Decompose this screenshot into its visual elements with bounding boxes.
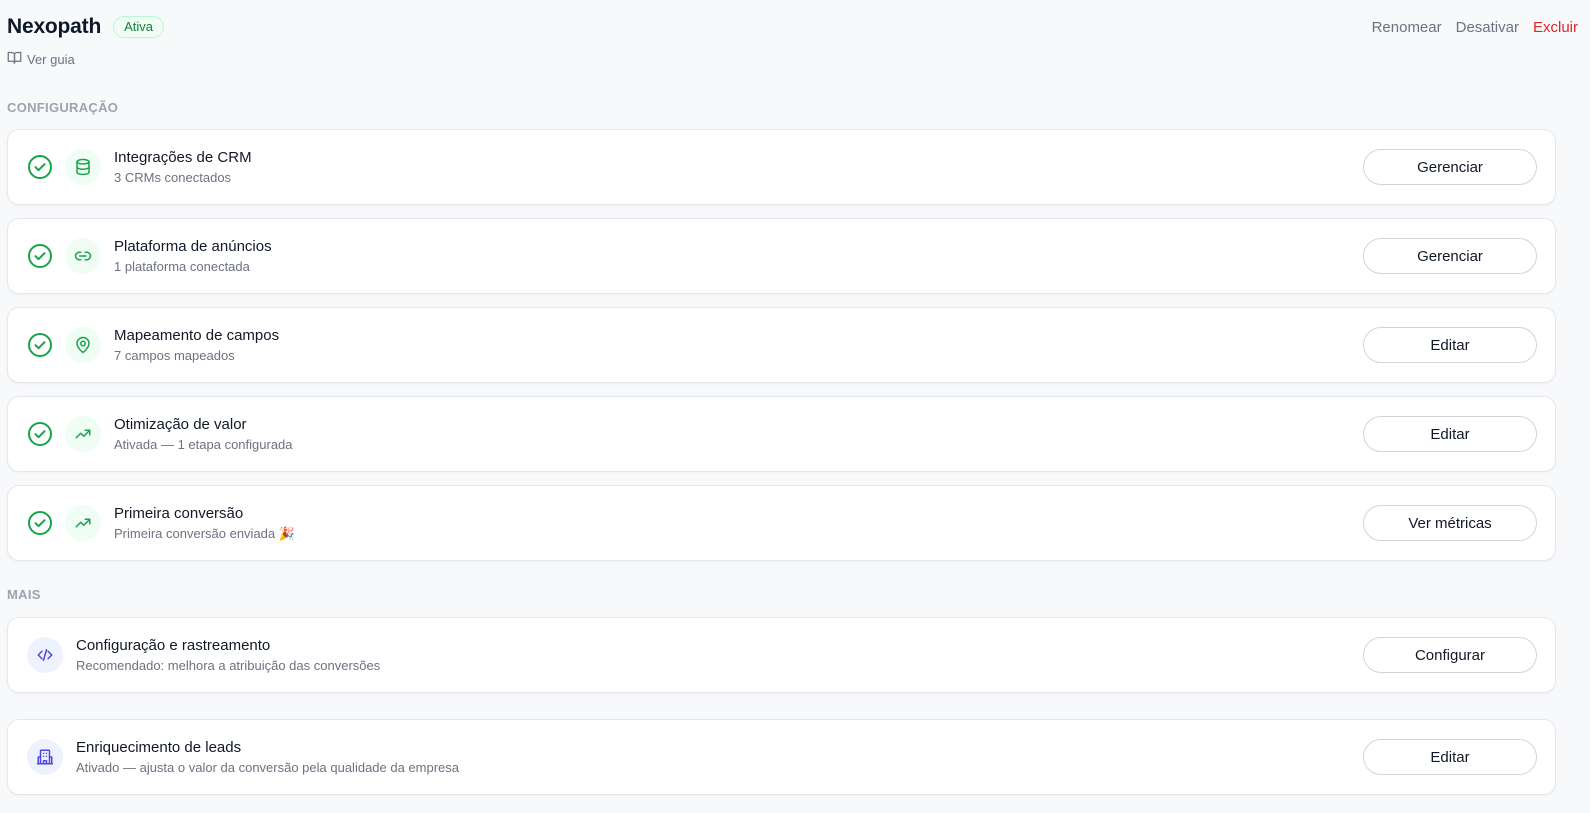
config-item-crm: Integrações de CRM 3 CRMs conectados Ger… bbox=[7, 129, 1556, 205]
manage-ad-platform-button[interactable]: Gerenciar bbox=[1363, 238, 1537, 274]
check-circle-icon bbox=[27, 154, 53, 180]
page-header: Nexopath Ativa Renomear Desativar Exclui… bbox=[7, 12, 1578, 42]
header-actions: Renomear Desativar Excluir bbox=[1372, 19, 1578, 36]
trending-up-icon bbox=[65, 416, 101, 452]
map-pin-icon bbox=[65, 327, 101, 363]
item-subtitle: 1 plataforma conectada bbox=[114, 258, 250, 274]
integration-page: Nexopath Ativa Renomear Desativar Exclui… bbox=[0, 0, 1590, 813]
check-circle-icon bbox=[27, 243, 53, 269]
item-title: Primeira conversão bbox=[114, 504, 244, 522]
item-subtitle: Recomendado: melhora a atribuição das co… bbox=[76, 657, 381, 673]
configure-tracking-button[interactable]: Configurar bbox=[1363, 637, 1537, 673]
edit-value-optimization-button[interactable]: Editar bbox=[1363, 416, 1537, 452]
item-subtitle: Primeira conversão enviada 🎉 bbox=[114, 525, 295, 541]
config-item-ad-platform: Plataforma de anúncios 1 plataforma cone… bbox=[7, 218, 1556, 294]
config-item-value-optimization: Otimização de valor Ativada — 1 etapa co… bbox=[7, 396, 1556, 472]
edit-field-mapping-button[interactable]: Editar bbox=[1363, 327, 1537, 363]
view-metrics-button[interactable]: Ver métricas bbox=[1363, 505, 1537, 541]
code-icon bbox=[27, 637, 63, 673]
item-subtitle: Ativada — 1 etapa configurada bbox=[114, 436, 293, 452]
status-badge: Ativa bbox=[113, 16, 164, 38]
trending-up-icon bbox=[65, 505, 101, 541]
edit-lead-enrichment-button[interactable]: Editar bbox=[1363, 739, 1537, 775]
item-subtitle: 3 CRMs conectados bbox=[114, 169, 232, 185]
item-title: Enriquecimento de leads bbox=[76, 738, 242, 756]
check-circle-icon bbox=[27, 332, 53, 358]
more-item-lead-enrichment: Enriquecimento de leads Ativado — ajusta… bbox=[7, 719, 1556, 795]
section-label-config: CONFIGURAÇÃO bbox=[7, 100, 119, 115]
building-icon bbox=[27, 739, 63, 775]
rename-link[interactable]: Renomear bbox=[1372, 19, 1442, 36]
section-label-more: MAIS bbox=[7, 587, 41, 602]
item-subtitle: 7 campos mapeados bbox=[114, 347, 235, 363]
item-texts: Enriquecimento de leads Ativado — ajusta… bbox=[76, 738, 459, 777]
item-title: Configuração e rastreamento bbox=[76, 636, 271, 654]
database-icon bbox=[65, 149, 101, 185]
check-circle-icon bbox=[27, 421, 53, 447]
item-texts: Primeira conversão Primeira conversão en… bbox=[114, 504, 295, 543]
item-texts: Configuração e rastreamento Recomendado:… bbox=[76, 636, 380, 675]
config-item-first-conversion: Primeira conversão Primeira conversão en… bbox=[7, 485, 1556, 561]
item-title: Mapeamento de campos bbox=[114, 326, 280, 344]
link-icon bbox=[65, 238, 101, 274]
item-texts: Mapeamento de campos 7 campos mapeados bbox=[114, 326, 279, 365]
config-item-field-mapping: Mapeamento de campos 7 campos mapeados E… bbox=[7, 307, 1556, 383]
deactivate-link[interactable]: Desativar bbox=[1456, 19, 1519, 36]
item-title: Otimização de valor bbox=[114, 415, 247, 433]
item-title: Integrações de CRM bbox=[114, 148, 252, 166]
more-item-tracking: Configuração e rastreamento Recomendado:… bbox=[7, 617, 1556, 693]
item-texts: Otimização de valor Ativada — 1 etapa co… bbox=[114, 415, 293, 454]
page-title: Nexopath bbox=[7, 15, 102, 38]
guide-label: Ver guia bbox=[27, 51, 75, 67]
book-icon bbox=[7, 50, 22, 68]
delete-link[interactable]: Excluir bbox=[1533, 19, 1578, 36]
item-title: Plataforma de anúncios bbox=[114, 237, 272, 255]
manage-crm-button[interactable]: Gerenciar bbox=[1363, 149, 1537, 185]
item-subtitle: Ativado — ajusta o valor da conversão pe… bbox=[76, 759, 460, 775]
guide-link[interactable]: Ver guia bbox=[7, 50, 75, 68]
item-texts: Integrações de CRM 3 CRMs conectados bbox=[114, 148, 252, 187]
check-circle-icon bbox=[27, 510, 53, 536]
item-texts: Plataforma de anúncios 1 plataforma cone… bbox=[114, 237, 272, 276]
